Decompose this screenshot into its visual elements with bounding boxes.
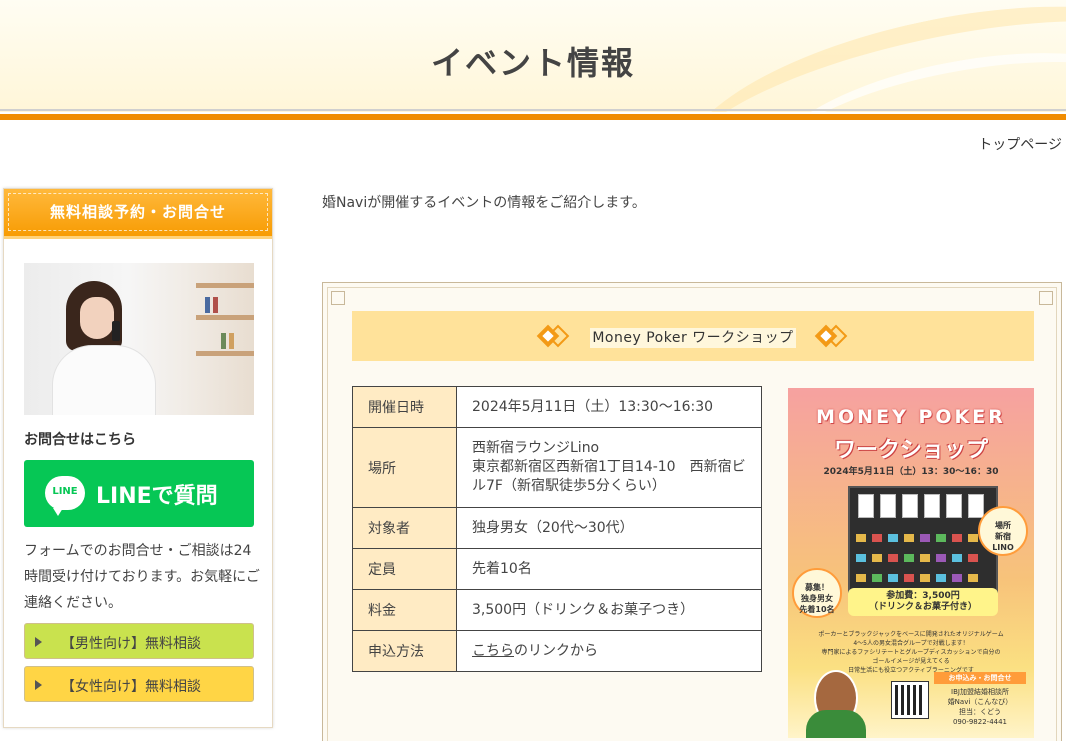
apply-link[interactable]: こちら <box>472 643 514 659</box>
poster-description: ポーカーとブラックジャックをベースに開発されたオリジナルゲーム 4〜5人の男女混… <box>818 631 1004 674</box>
arrow-right-icon <box>35 680 42 690</box>
diamond-ornament-icon <box>814 324 848 348</box>
contact-description: フォームでのお問合せ・ご相談は24時間受け付けております。お気軽にご連絡ください… <box>24 543 260 611</box>
poster-game-board <box>848 486 998 596</box>
sidebar-contact-widget: 無料相談予約・お問合せ お問合せはこちら LINE LINEで質問 フォームでの… <box>3 188 273 728</box>
apply-suffix: のリンクから <box>514 642 598 659</box>
table-row: 開催日時 2024年5月11日（土）13:30〜16:30 <box>352 386 762 428</box>
male-consultation-link[interactable]: 【男性向け】無料相談 <box>24 623 254 659</box>
shelf <box>196 283 254 288</box>
intro-text: 婚Naviが開催するイベントの情報をご紹介します。 <box>322 195 646 211</box>
female-consultation-link[interactable]: 【女性向け】無料相談 <box>24 666 254 702</box>
row-value: 先着10名 <box>456 548 762 590</box>
woman-face <box>80 297 114 339</box>
shelf <box>196 315 254 320</box>
header-accent-bar <box>0 114 1066 120</box>
row-value: こちらのリンクから <box>456 630 762 672</box>
corner-ornament <box>1039 291 1053 305</box>
chip-row <box>856 574 992 582</box>
male-consultation-label: 【男性向け】無料相談 <box>61 636 201 652</box>
row-label: 申込方法 <box>352 630 457 672</box>
event-poster[interactable]: MONEY POKER ワークショップ 2024年5月11日（土）13：30〜1… <box>788 388 1034 738</box>
phone-icon <box>112 321 120 341</box>
venue-badge: 場所 新宿 LINO <box>978 506 1028 556</box>
chip-row <box>856 554 992 562</box>
woman-body <box>52 345 156 415</box>
corner-ornament <box>331 291 345 305</box>
venue-address: 東京都新宿区西新宿1丁目14-10 西新宿ビル7F（新宿駅徒歩5分くらい） <box>472 459 746 494</box>
sidebar-title: 無料相談予約・お問合せ <box>49 203 226 221</box>
contact-photo <box>24 263 254 415</box>
book <box>205 297 210 313</box>
sidebar-header: 無料相談予約・お問合せ <box>4 189 272 239</box>
playing-card <box>946 494 962 518</box>
row-value: 西新宿ラウンジLino 東京都新宿区西新宿1丁目14-10 西新宿ビル7F（新宿… <box>456 427 762 508</box>
venue-name: 西新宿ラウンジLino <box>472 440 600 456</box>
playing-card <box>880 494 896 518</box>
playing-card <box>968 494 984 518</box>
sidebar-header-underline <box>4 236 272 239</box>
row-value: 独身男女（20代〜30代） <box>456 507 762 549</box>
book <box>229 333 234 349</box>
line-button-label: LINEで質問 <box>96 484 218 509</box>
row-label: 対象者 <box>352 507 457 549</box>
line-question-button[interactable]: LINE LINEで質問 <box>24 460 254 527</box>
chip-row <box>856 534 992 542</box>
playing-card <box>858 494 874 518</box>
page-header: イベント情報 <box>0 0 1066 112</box>
table-row: 定員 先着10名 <box>352 548 762 590</box>
row-value: 3,500円（ドリンク＆お菓子つき） <box>456 589 762 631</box>
book <box>221 333 226 349</box>
shelf <box>196 351 254 356</box>
table-row: 料金 3,500円（ドリンク＆お菓子つき） <box>352 589 762 631</box>
table-row: 対象者 独身男女（20代〜30代） <box>352 507 762 549</box>
row-label: 開催日時 <box>352 386 457 428</box>
female-consultation-label: 【女性向け】無料相談 <box>61 679 201 695</box>
row-value: 2024年5月11日（土）13:30〜16:30 <box>456 386 762 428</box>
table-row: 場所 西新宿ラウンジLino 東京都新宿区西新宿1丁目14-10 西新宿ビル7F… <box>352 427 762 508</box>
line-logo-icon: LINE <box>45 476 85 516</box>
row-label: 定員 <box>352 548 457 590</box>
event-title-bar: Money Poker ワークショップ <box>352 311 1034 361</box>
playing-card <box>924 494 940 518</box>
event-title: Money Poker ワークショップ <box>590 328 796 348</box>
facilitator-shirt <box>806 710 866 738</box>
poster-date: 2024年5月11日（土）13：30〜16：30 <box>823 467 999 477</box>
row-label: 場所 <box>352 427 457 508</box>
table-row: 申込方法 こちらのリンクから <box>352 630 762 672</box>
event-info-table: 開催日時 2024年5月11日（土）13:30〜16:30 場所 西新宿ラウンジ… <box>352 386 762 672</box>
breadcrumb: トップページ <box>978 134 1062 154</box>
event-card: Money Poker ワークショップ 開催日時 2024年5月11日（土）13… <box>322 282 1062 741</box>
playing-card <box>902 494 918 518</box>
qr-code-icon <box>891 681 929 719</box>
poster-subtitle: ワークショップ <box>833 438 988 463</box>
page-title: イベント情報 <box>430 44 635 82</box>
poster-fee: 参加費：3,500円 （ドリンク＆お菓子付き） <box>848 588 998 616</box>
poster-title: MONEY POKER <box>816 406 1006 428</box>
header-divider <box>0 109 1066 111</box>
book <box>213 297 218 313</box>
contact-label: お問合せはこちら <box>24 432 136 448</box>
poster-apply-info: お申込み・お問合せ IBJ加盟結婚相談所 婚Navi（こんなび） 担当：くどう … <box>934 672 1026 732</box>
row-label: 料金 <box>352 589 457 631</box>
arrow-right-icon <box>35 637 42 647</box>
breadcrumb-home-link[interactable]: トップページ <box>978 137 1062 153</box>
capacity-badge: 募集！ 独身男女 先着10名 <box>792 568 842 618</box>
